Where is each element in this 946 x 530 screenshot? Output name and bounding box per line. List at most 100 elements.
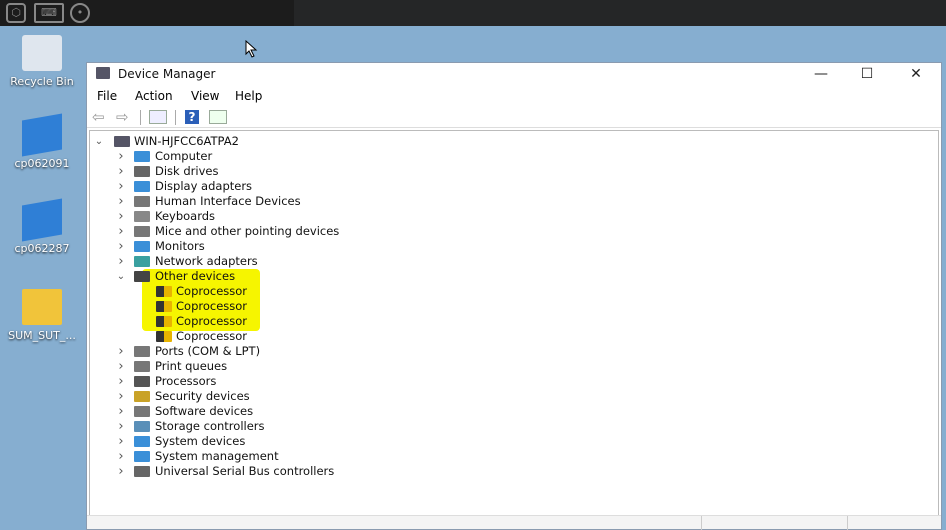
device-category-icon	[134, 361, 150, 372]
tree-item[interactable]: › Ports (COM & LPT)	[90, 344, 930, 359]
chevron-right-icon[interactable]: ›	[116, 239, 126, 254]
show-hide-console-tree-icon[interactable]	[149, 110, 167, 124]
menu-bar: File Action View Help	[87, 85, 941, 106]
tree-item[interactable]: › Display adapters	[90, 179, 930, 194]
menu-action[interactable]: Action	[135, 89, 173, 103]
help-button[interactable]: ?	[185, 110, 199, 124]
forward-button[interactable]: ⇨	[116, 110, 129, 125]
chevron-right-icon[interactable]: ›	[116, 389, 126, 404]
tree-item-label: Print queues	[155, 359, 228, 373]
tree-item-label: Monitors	[155, 239, 205, 253]
menu-file[interactable]: File	[97, 89, 117, 103]
desktop-icon[interactable]: Recycle Bin	[0, 35, 84, 88]
back-button[interactable]: ⇦	[92, 110, 105, 125]
maximize-button[interactable]: ☐	[844, 63, 890, 85]
title-bar[interactable]: Device Manager — ☐ ✕	[87, 63, 941, 85]
tree-item-label: Display adapters	[155, 179, 253, 193]
tree-child-label: Coprocessor	[176, 299, 248, 313]
tree-item-label: Keyboards	[155, 209, 216, 223]
desktop-icon[interactable]: cp062287	[0, 198, 84, 255]
device-manager-icon	[96, 67, 110, 79]
tree-item-label: Disk drives	[155, 164, 219, 178]
close-button[interactable]: ✕	[893, 63, 939, 85]
tree-item[interactable]: › Software devices	[90, 404, 930, 419]
tree-child-item[interactable]: Coprocessor	[90, 329, 930, 344]
device-category-icon	[134, 406, 150, 417]
chevron-right-icon[interactable]: ›	[116, 254, 126, 269]
device-category-icon	[134, 151, 150, 162]
tree-child-item[interactable]: Coprocessor	[90, 284, 930, 299]
tree-item[interactable]: › Processors	[90, 374, 930, 389]
tree-item[interactable]: › Human Interface Devices	[90, 194, 930, 209]
chevron-right-icon[interactable]: ›	[116, 194, 126, 209]
device-category-icon	[134, 256, 150, 267]
chevron-right-icon[interactable]: ›	[116, 374, 126, 389]
chevron-right-icon[interactable]: ›	[116, 404, 126, 419]
chevron-right-icon[interactable]: ›	[116, 464, 126, 479]
tree-item[interactable]: › Universal Serial Bus controllers	[90, 464, 930, 479]
tree-item[interactable]: › Monitors	[90, 239, 930, 254]
tree-child-item[interactable]: Coprocessor	[90, 314, 930, 329]
folder-icon	[22, 289, 62, 325]
device-category-icon	[134, 196, 150, 207]
tree-item-label: Computer	[155, 149, 213, 163]
keyboard-icon[interactable]: ⌨	[34, 3, 64, 23]
tree-item[interactable]: › Network adapters	[90, 254, 930, 269]
tree-item-label: Other devices	[155, 269, 236, 283]
device-category-icon	[134, 166, 150, 177]
tree-item[interactable]: › Disk drives	[90, 164, 930, 179]
chevron-right-icon[interactable]: ›	[116, 449, 126, 464]
tree-item[interactable]: › Computer	[90, 149, 930, 164]
tree-item[interactable]: › Mice and other pointing devices	[90, 224, 930, 239]
chevron-right-icon[interactable]: ›	[116, 224, 126, 239]
chevron-down-icon[interactable]: ⌄	[94, 134, 104, 149]
chevron-right-icon[interactable]: ›	[116, 209, 126, 224]
chevron-right-icon[interactable]: ›	[116, 149, 126, 164]
tree-item-label: Mice and other pointing devices	[155, 224, 340, 238]
tree-item[interactable]: › Print queues	[90, 359, 930, 374]
tree-item[interactable]: ⌄ Other devices	[90, 269, 930, 284]
chevron-right-icon[interactable]: ›	[116, 344, 126, 359]
device-category-icon	[134, 271, 150, 282]
device-category-icon	[134, 241, 150, 252]
device-category-icon	[134, 226, 150, 237]
device-category-icon	[134, 346, 150, 357]
tree-item[interactable]: › System devices	[90, 434, 930, 449]
desktop-icon-label: cp062091	[14, 157, 70, 170]
tree-item[interactable]: › Keyboards	[90, 209, 930, 224]
tree-item-label: Ports (COM & LPT)	[155, 344, 261, 358]
tree-root[interactable]: ⌄ WIN-HJFCC6ATPA2	[90, 134, 930, 149]
minimize-button[interactable]: —	[798, 63, 844, 85]
tree-item-label: Universal Serial Bus controllers	[155, 464, 335, 478]
show-hide-action-pane-icon[interactable]	[209, 110, 227, 124]
root-label: WIN-HJFCC6ATPA2	[134, 134, 239, 148]
chevron-right-icon[interactable]: ›	[116, 164, 126, 179]
tree-item-label: System management	[155, 449, 279, 463]
device-category-icon	[134, 211, 150, 222]
warning-device-icon	[156, 301, 172, 312]
disc-icon[interactable]: •	[70, 3, 90, 23]
desktop-icon[interactable]: SUM_SUT_...	[0, 289, 84, 342]
chevron-right-icon[interactable]: ›	[116, 419, 126, 434]
desktop-icon[interactable]: cp062091	[0, 113, 84, 170]
tree-item[interactable]: › Security devices	[90, 389, 930, 404]
window-title: Device Manager	[118, 67, 216, 81]
menu-help[interactable]: Help	[235, 89, 262, 103]
device-category-icon	[134, 181, 150, 192]
menu-view[interactable]: View	[191, 89, 219, 103]
hexagon-app-icon[interactable]: ⬡	[6, 3, 26, 23]
chevron-right-icon[interactable]: ›	[116, 359, 126, 374]
desktop-icon-label: SUM_SUT_...	[8, 329, 76, 342]
chevron-right-icon[interactable]: ›	[116, 179, 126, 194]
tree-child-item[interactable]: Coprocessor	[90, 299, 930, 314]
device-category-icon	[134, 466, 150, 477]
chevron-right-icon[interactable]: ›	[116, 434, 126, 449]
warning-device-icon	[156, 316, 172, 327]
tree-item[interactable]: › System management	[90, 449, 930, 464]
tree-item[interactable]: › Storage controllers	[90, 419, 930, 434]
computer-icon	[114, 136, 130, 147]
device-tree[interactable]: ⌄ WIN-HJFCC6ATPA2 › Computer › Disk drives › Di…	[89, 130, 939, 516]
chevron-down-icon[interactable]: ⌄	[116, 269, 126, 284]
tree-item-label: Processors	[155, 374, 217, 388]
device-category-icon	[134, 391, 150, 402]
